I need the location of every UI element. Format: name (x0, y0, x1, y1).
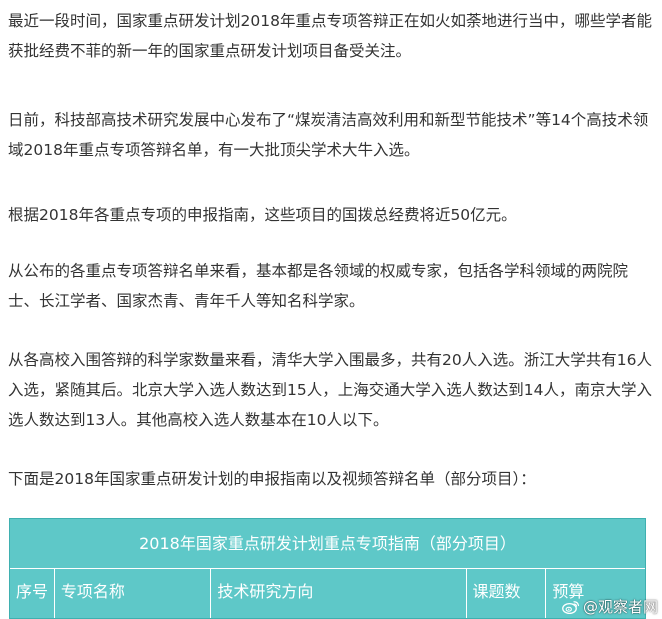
header-project-name: 专项名称 (55, 569, 212, 618)
weibo-icon (562, 600, 580, 614)
guide-table: 2018年国家重点研发计划重点专项指南（部分项目） 序号 专项名称 技术研究方向… (9, 518, 646, 619)
paragraph-2: 日前，科技部高技术研究发展中心发布了“煤炭清洁高效利用和新型节能技术”等14个高… (8, 111, 649, 159)
paragraph-3: 根据2018年各重点专项的申报指南，这些项目的国拨总经费将近50亿元。 (8, 206, 517, 224)
watermark: @观察者网 (562, 596, 658, 617)
paragraph-4: 从公布的各重点专项答辩名单来看，基本都是各领域的权威专家，包括各学科领域的两院院… (8, 262, 629, 310)
table-title: 2018年国家重点研发计划重点专项指南（部分项目） (10, 519, 645, 569)
header-research-direction: 技术研究方向 (211, 569, 467, 618)
watermark-text: @观察者网 (582, 598, 658, 616)
paragraph-5: 从各高校入围答辩的科学家数量来看，清华大学入围最多，共有20人入选。浙江大学共有… (8, 351, 652, 429)
paragraph-1: 最近一段时间，国家重点研发计划2018年重点专项答辩正在如火如荼地进行当中，哪些… (8, 12, 652, 60)
paragraph-6: 下面是2018年国家重点研发计划的申报指南以及视频答辩名单（部分项目）： (8, 470, 536, 488)
header-topic-count: 课题数 (467, 569, 547, 618)
table-header-row: 序号 专项名称 技术研究方向 课题数 预算 (10, 569, 645, 618)
header-index: 序号 (10, 569, 55, 618)
